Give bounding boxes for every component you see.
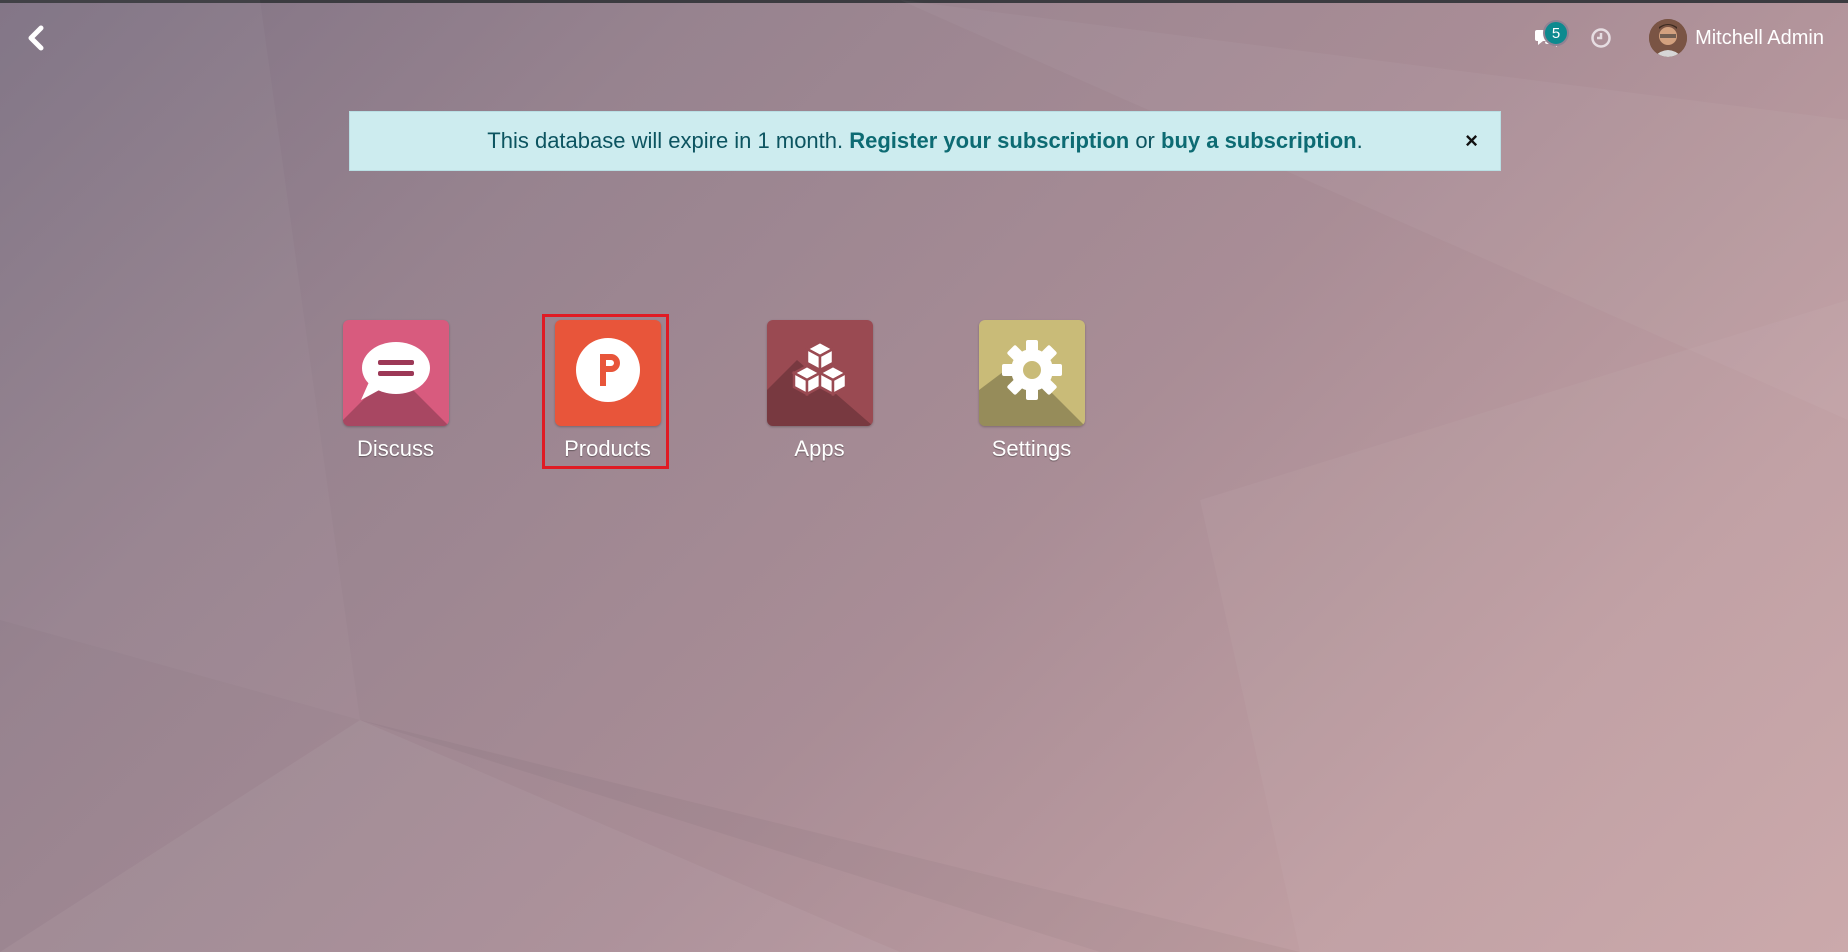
products-icon <box>575 338 640 402</box>
messaging-menu-button[interactable]: 5 <box>1527 18 1570 58</box>
systray: 5 Mitchell Admin <box>1527 0 1848 76</box>
app-grid: Discuss Products Apps Settings <box>332 320 1180 462</box>
gear-icon <box>978 340 1085 426</box>
alert-text-prefix: This database will expire in 1 month. <box>487 128 850 153</box>
user-menu-button[interactable]: Mitchell Admin <box>1649 19 1824 57</box>
apps-app-icon <box>766 320 873 426</box>
buy-subscription-link[interactable]: buy a subscription <box>1161 128 1357 154</box>
app-label-apps: Apps <box>794 436 845 461</box>
discuss-app-icon <box>342 320 449 426</box>
chevron-left-icon <box>28 25 44 51</box>
discuss-icon <box>342 342 449 426</box>
apps-cubes-icon <box>766 340 873 426</box>
activity-menu-button[interactable] <box>1581 18 1621 58</box>
app-label-settings: Settings <box>991 436 1072 461</box>
settings-app-icon <box>978 320 1085 426</box>
user-name: Mitchell Admin <box>1695 26 1824 49</box>
app-label-discuss: Discuss <box>356 436 434 461</box>
app-products[interactable]: Products <box>544 320 671 462</box>
back-button[interactable] <box>20 22 52 54</box>
alert-text-suffix: . <box>1356 128 1363 153</box>
subscription-alert: This database will expire in 1 month. Re… <box>349 111 1501 171</box>
alert-text-middle: or <box>1129 128 1161 153</box>
app-label-products: Products <box>564 436 651 461</box>
clock-icon <box>1591 28 1611 48</box>
alert-close-button[interactable]: × <box>1465 128 1478 154</box>
unread-count-badge: 5 <box>1543 20 1570 46</box>
register-subscription-link[interactable]: Register your subscription <box>849 128 1129 154</box>
avatar <box>1649 19 1688 57</box>
app-settings[interactable]: Settings <box>968 320 1095 462</box>
app-apps[interactable]: Apps <box>756 320 883 462</box>
products-app-icon <box>554 320 661 426</box>
app-discuss[interactable]: Discuss <box>332 320 459 462</box>
